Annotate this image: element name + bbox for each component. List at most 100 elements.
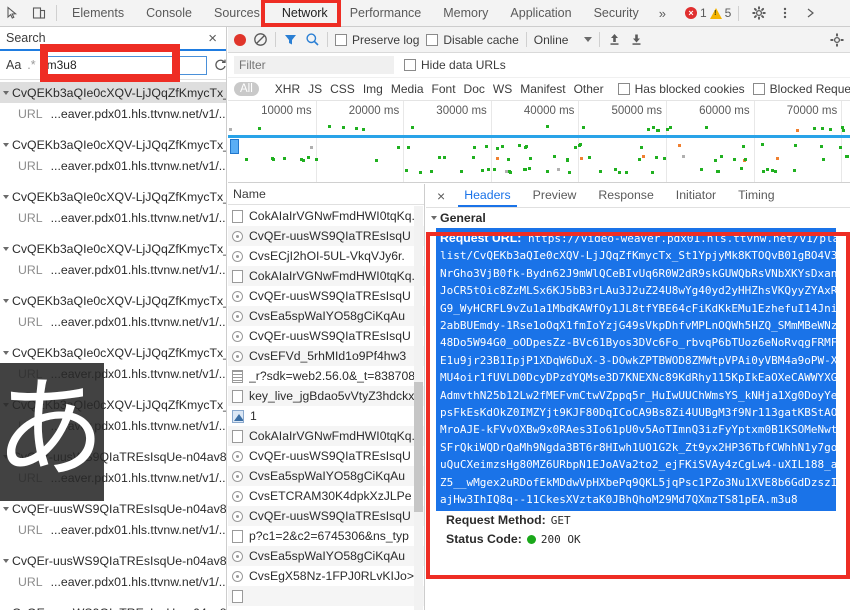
table-row[interactable]	[228, 586, 424, 606]
request-list-scrollbar[interactable]	[414, 206, 423, 610]
filter-font[interactable]: Font	[432, 82, 456, 96]
table-row[interactable]: CvsETCRAM30K4dpkXzJLPe	[228, 486, 424, 506]
regex-icon[interactable]: .*	[27, 58, 35, 72]
timeline-selection-handle[interactable]	[230, 139, 239, 154]
search-icon[interactable]	[305, 32, 320, 47]
match-case-icon[interactable]: Aa	[6, 58, 21, 72]
filter-media[interactable]: Media	[391, 82, 424, 96]
filter-all[interactable]: All	[234, 82, 259, 96]
tab-response[interactable]: Response	[588, 184, 663, 207]
search-result-title-row[interactable]: CvQEr-uusWS9QIaTREsIsqUe-n04av8...	[0, 550, 226, 571]
more-tabs-button[interactable]: »	[650, 6, 675, 21]
search-result-title-row[interactable]: CvQEr-uusWS9QIaTREsIsqUe-n04av8...	[0, 602, 226, 610]
search-result-url-row[interactable]: URL ...eaver.pdx01.hls.ttvnw.net/v1/...	[0, 519, 226, 540]
filter-img[interactable]: Img	[363, 82, 383, 96]
tab-preview[interactable]: Preview	[523, 184, 587, 207]
table-row[interactable]: 1	[228, 406, 424, 426]
table-row[interactable]: p?c1=2&c2=6745306&ns_typ	[228, 526, 424, 546]
table-row[interactable]: CvsECjI2hOI-5UL-VkqVJy6r.	[228, 246, 424, 266]
detail-close-icon[interactable]: ×	[430, 189, 452, 203]
search-result-title-row[interactable]: CvQEr-uusWS9QIaTREsIsqUe-n04av8...	[0, 498, 226, 519]
search-result-title-row[interactable]: CvQEKb3aQIe0cXQV-LjJQqZfKmycTx_...	[0, 82, 226, 103]
search-result-group[interactable]: CvQEKb3aQIe0cXQV-LjJQqZfKmycTx_... URL...…	[0, 186, 226, 238]
search-result-title-row[interactable]: CvQEKb3aQIe0cXQV-LjJQqZfKmycTx_...	[0, 342, 226, 363]
search-close-icon[interactable]: ×	[205, 31, 220, 46]
tab-security[interactable]: Security	[583, 0, 650, 27]
tab-application[interactable]: Application	[499, 0, 582, 27]
search-input[interactable]	[41, 55, 207, 75]
search-results-list[interactable]: CvQEKb3aQIe0cXQV-LjJQqZfKmycTx_... URL...…	[0, 82, 226, 610]
table-row[interactable]: CvQEr-uusWS9QIaTREsIsqU	[228, 326, 424, 346]
table-row[interactable]: CokAIaIrVGNwFmdHWI0tqKq.	[228, 426, 424, 446]
filter-css[interactable]: CSS	[330, 82, 355, 96]
search-result-url-row[interactable]: URL ...eaver.pdx01.hls.ttvnw.net/v1/...	[0, 311, 226, 332]
table-row[interactable]: CvQEr-uusWS9QIaTREsIsqU	[228, 286, 424, 306]
record-button[interactable]	[234, 33, 246, 46]
tab-sources[interactable]: Sources	[203, 0, 271, 27]
table-row[interactable]: CvsEFVd_5rhMId1o9Pf4hw3	[228, 346, 424, 366]
blocked-requests-checkbox[interactable]: Blocked Requests	[752, 82, 850, 96]
table-row[interactable]: CvsEgX58Nz-1FPJ0RLvKIJo>	[228, 566, 424, 586]
search-result-url-row[interactable]: URL ...eaver.pdx01.hls.ttvnw.net/v1/...	[0, 259, 226, 280]
close-icon[interactable]	[798, 0, 824, 26]
filter-js[interactable]: JS	[308, 82, 322, 96]
tab-headers[interactable]: Headers	[454, 184, 520, 207]
throttling-select[interactable]: Online	[534, 33, 593, 47]
search-result-title-row[interactable]: CvQEKb3aQIe0cXQV-LjJQqZfKmycTx_...	[0, 290, 226, 311]
filter-funnel-icon[interactable]	[283, 32, 298, 47]
network-request-list[interactable]: Name CokAIaIrVGNwFmdHWI0tqKq. CvQEr-uusWS…	[228, 184, 425, 610]
search-result-group[interactable]: CvQEKb3aQIe0cXQV-LjJQqZfKmycTx_... URL...…	[0, 134, 226, 186]
table-row[interactable]: _r?sdk=web2.56.0&_t=838708	[228, 366, 424, 386]
search-result-url-row[interactable]: URL ...eaver.pdx01.hls.ttvnw.net/v1/...	[0, 207, 226, 228]
error-badge[interactable]: × 1	[684, 6, 707, 20]
search-result-title-row[interactable]: CvQEKb3aQIe0cXQV-LjJQqZfKmycTx_...	[0, 238, 226, 259]
request-list-header[interactable]: Name	[228, 184, 424, 205]
filter-manifest[interactable]: Manifest	[520, 82, 565, 96]
import-har-icon[interactable]	[607, 32, 622, 47]
general-section-header[interactable]: General	[426, 208, 850, 228]
preserve-log-checkbox[interactable]: Preserve log	[335, 33, 419, 47]
filter-other[interactable]: Other	[574, 82, 604, 96]
clear-network-icon[interactable]	[253, 32, 268, 47]
search-result-group[interactable]: CvQEKb3aQIe0cXQV-LjJQqZfKmycTx_... URL...…	[0, 238, 226, 290]
kebab-menu-icon[interactable]	[772, 0, 798, 26]
search-result-group[interactable]: CvQEr-uusWS9QIaTREsIsqUe-n04av8...URL...…	[0, 550, 226, 602]
gear-icon[interactable]	[746, 0, 772, 26]
search-result-url-row[interactable]: URL ...eaver.pdx01.hls.ttvnw.net/v1/...	[0, 103, 226, 124]
tab-performance[interactable]: Performance	[339, 0, 433, 27]
table-row[interactable]: CvsEa5spWaIYO58gCiKqAu	[228, 306, 424, 326]
export-har-icon[interactable]	[629, 32, 644, 47]
search-result-title-row[interactable]: CvQEKb3aQIe0cXQV-LjJQqZfKmycTx_...	[0, 134, 226, 155]
table-row[interactable]: CvQEr-uusWS9QIaTREsIsqU	[228, 446, 424, 466]
table-row[interactable]: CvQEr-uusWS9QIaTREsIsqU	[228, 226, 424, 246]
request-list-scroll-thumb[interactable]	[414, 382, 423, 512]
search-result-group[interactable]: CvQEr-uusWS9QIaTREsIsqUe-n04av8...URL...…	[0, 498, 226, 550]
table-row[interactable]: CvsEa5spWaIYO58gCiKqAu	[228, 546, 424, 566]
table-row[interactable]: key_live_jgBdao5vVtyZ3hdckx	[228, 386, 424, 406]
search-result-url-row[interactable]: URL ...eaver.pdx01.hls.ttvnw.net/v1/...	[0, 571, 226, 592]
tab-network[interactable]: Network	[271, 0, 339, 27]
search-result-group[interactable]: CvQEr-uusWS9QIaTREsIsqUe-n04av8...URL...…	[0, 602, 226, 610]
warning-badge[interactable]: 5	[709, 6, 731, 20]
search-result-title-row[interactable]: CvQEKb3aQIe0cXQV-LjJQqZfKmycTx_...	[0, 186, 226, 207]
search-result-url-row[interactable]: URL ...eaver.pdx01.hls.ttvnw.net/v1/...	[0, 155, 226, 176]
device-toolbar-icon[interactable]	[26, 0, 52, 26]
filter-input[interactable]	[234, 56, 394, 74]
filter-ws[interactable]: WS	[493, 82, 512, 96]
search-result-group[interactable]: CvQEKb3aQIe0cXQV-LjJQqZfKmycTx_... URL...…	[0, 290, 226, 342]
table-row[interactable]: CokAIaIrVGNwFmdHWI0tqKq.	[228, 206, 424, 226]
tab-memory[interactable]: Memory	[432, 0, 499, 27]
refresh-icon[interactable]	[213, 58, 227, 72]
request-url-value[interactable]: Request URL: https://video-weaver.pdx01.…	[436, 228, 836, 511]
table-row[interactable]: CokAIaIrVGNwFmdHWI0tqKq.	[228, 266, 424, 286]
has-blocked-cookies-checkbox[interactable]: Has blocked cookies	[617, 82, 745, 96]
search-result-group[interactable]: CvQEKb3aQIe0cXQV-LjJQqZfKmycTx_... URL...…	[0, 82, 226, 134]
tab-console[interactable]: Console	[135, 0, 203, 27]
table-row[interactable]: CvQEr-uusWS9QIaTREsIsqU	[228, 506, 424, 526]
tab-initiator[interactable]: Initiator	[666, 184, 726, 207]
table-row[interactable]: CvsEa5spWaIYO58gCiKqAu	[228, 466, 424, 486]
tab-timing[interactable]: Timing	[728, 184, 784, 207]
hide-data-urls-checkbox[interactable]: Hide data URLs	[404, 58, 506, 72]
filter-xhr[interactable]: XHR	[275, 82, 300, 96]
network-settings-icon[interactable]	[830, 32, 844, 47]
